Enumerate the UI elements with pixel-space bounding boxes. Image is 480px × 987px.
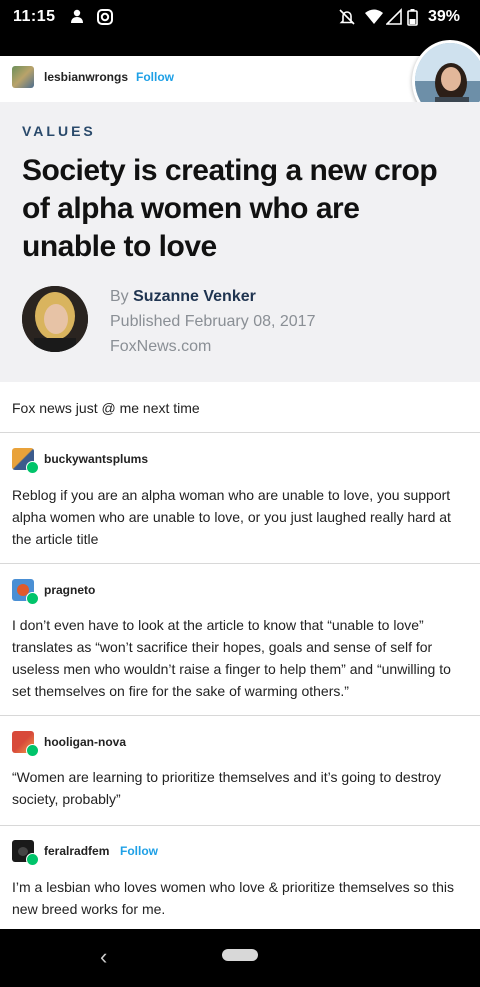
reblog-icon bbox=[26, 461, 39, 474]
divider bbox=[0, 432, 480, 433]
reblog-text: I don’t even have to look at the article… bbox=[12, 617, 451, 699]
battery-percent: 39% bbox=[427, 8, 460, 25]
reblog-icon bbox=[26, 592, 39, 605]
reblog-text: I’m a lesbian who loves women who love &… bbox=[12, 879, 454, 917]
nav-bar: ‹ bbox=[0, 929, 480, 987]
reblog-icon bbox=[26, 744, 39, 757]
status-bar: 11:15 39% bbox=[0, 0, 480, 56]
instagram-icon bbox=[97, 9, 113, 25]
follow-button[interactable]: Follow bbox=[120, 844, 158, 858]
username-buckywantsplums[interactable]: buckywantsplums bbox=[44, 452, 148, 466]
username-feralradfem[interactable]: feralradfem bbox=[44, 844, 109, 858]
reblog-icon bbox=[26, 853, 39, 866]
back-icon[interactable]: ‹ bbox=[100, 944, 107, 970]
battery-icon bbox=[407, 9, 418, 26]
reblog-text: “Women are learning to prioritize themse… bbox=[12, 769, 442, 807]
follow-button[interactable]: Follow bbox=[136, 70, 174, 84]
article-source: FoxNews.com bbox=[110, 338, 212, 355]
signal-icon bbox=[386, 8, 402, 25]
divider bbox=[0, 825, 480, 826]
status-time: 11:15 bbox=[13, 8, 56, 25]
username-pragneto[interactable]: pragneto bbox=[44, 583, 95, 597]
home-pill[interactable] bbox=[222, 949, 258, 961]
notification-icon bbox=[71, 9, 83, 23]
post-header: lesbianwrongs Follow bbox=[0, 56, 480, 102]
avatar[interactable] bbox=[12, 66, 34, 88]
reblog-text: Reblog if you are an alpha woman who are… bbox=[12, 487, 451, 547]
username-hooligan-nova[interactable]: hooligan-nova bbox=[44, 735, 126, 749]
author-photo bbox=[22, 286, 88, 352]
article-card[interactable]: VALUES Society is creating a new crop of… bbox=[0, 102, 480, 382]
article-headline: Society is creating a new crop of alpha … bbox=[22, 154, 438, 263]
divider bbox=[0, 563, 480, 564]
article-published: Published February 08, 2017 bbox=[110, 313, 316, 330]
username-lesbianwrongs[interactable]: lesbianwrongs bbox=[44, 70, 128, 84]
mute-icon bbox=[339, 9, 355, 25]
article-kicker: VALUES bbox=[22, 123, 96, 139]
wifi-icon bbox=[365, 9, 383, 24]
article-byline: By Suzanne Venker bbox=[110, 288, 256, 306]
divider bbox=[0, 715, 480, 716]
byline-prefix: By bbox=[110, 288, 129, 305]
post-caption: Fox news just @ me next time bbox=[12, 400, 200, 416]
article-author[interactable]: Suzanne Venker bbox=[133, 288, 256, 305]
